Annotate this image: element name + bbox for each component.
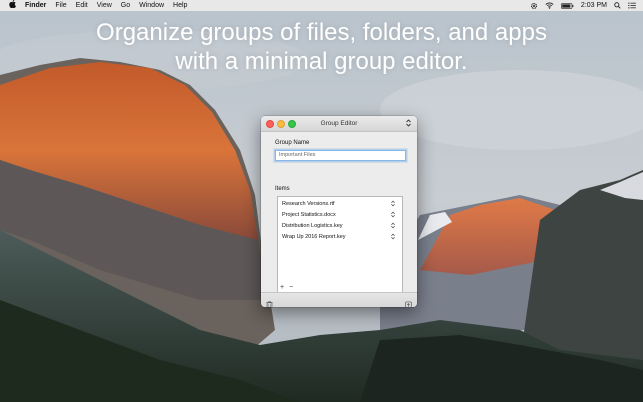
apple-icon[interactable] — [9, 0, 17, 11]
item-stepper-icon[interactable] — [391, 222, 395, 230]
search-icon[interactable] — [614, 2, 621, 9]
item-stepper-icon[interactable] — [391, 200, 395, 208]
group-editor-window: Group Editor Group Name Important Files … — [261, 116, 417, 307]
menu-go[interactable]: Go — [121, 0, 130, 11]
promo-headline: Organize groups of files, folders, and a… — [0, 18, 643, 76]
menu-help[interactable]: Help — [173, 0, 187, 11]
share-icon[interactable] — [405, 296, 412, 307]
list-item[interactable]: Project Statistics.docx — [282, 210, 395, 220]
menu-file[interactable]: File — [55, 0, 66, 11]
notification-center-icon[interactable] — [628, 2, 636, 9]
group-name-field[interactable]: Important Files — [275, 150, 406, 161]
items-label: Items — [275, 186, 290, 192]
trash-icon[interactable] — [266, 296, 273, 307]
list-item[interactable]: Research Versions.rtf — [282, 199, 395, 209]
window-title: Group Editor — [320, 120, 358, 127]
add-remove-controls: + − — [280, 284, 298, 291]
menubar-clock[interactable]: 2:03 PM — [581, 0, 607, 11]
menu-edit[interactable]: Edit — [76, 0, 88, 11]
list-item-name: Distribution Logistics.key — [282, 223, 343, 229]
wifi-icon[interactable] — [545, 2, 554, 9]
group-name-label: Group Name — [275, 140, 310, 146]
group-selector-stepper-icon[interactable] — [406, 119, 411, 128]
items-list[interactable]: Research Versions.rtf Project Statistics… — [277, 196, 403, 296]
menu-view[interactable]: View — [97, 0, 112, 11]
list-item-name: Project Statistics.docx — [282, 212, 336, 218]
list-item[interactable]: Wrap Up 2016 Report.key — [282, 232, 395, 242]
headline-line-1: Organize groups of files, folders, and a… — [96, 19, 547, 46]
battery-icon[interactable] — [561, 2, 574, 9]
item-stepper-icon[interactable] — [391, 211, 395, 219]
list-item-name: Research Versions.rtf — [282, 201, 335, 207]
menu-window[interactable]: Window — [139, 0, 164, 11]
settings-gear-icon[interactable] — [530, 2, 538, 10]
list-item-name: Wrap Up 2016 Report.key — [282, 234, 346, 240]
list-item[interactable]: Distribution Logistics.key — [282, 221, 395, 231]
window-titlebar[interactable]: Group Editor — [261, 116, 417, 132]
add-item-button[interactable]: + — [280, 284, 284, 291]
remove-item-button[interactable]: − — [289, 284, 293, 291]
menu-finder[interactable]: Finder — [25, 0, 46, 11]
menu-bar: Finder File Edit View Go Window Help 2:0… — [0, 0, 643, 11]
window-content: Group Name Important Files Items Researc… — [261, 132, 417, 296]
headline-line-2: with a minimal group editor. — [175, 48, 468, 75]
window-bottom-bar — [261, 292, 417, 307]
item-stepper-icon[interactable] — [391, 233, 395, 241]
